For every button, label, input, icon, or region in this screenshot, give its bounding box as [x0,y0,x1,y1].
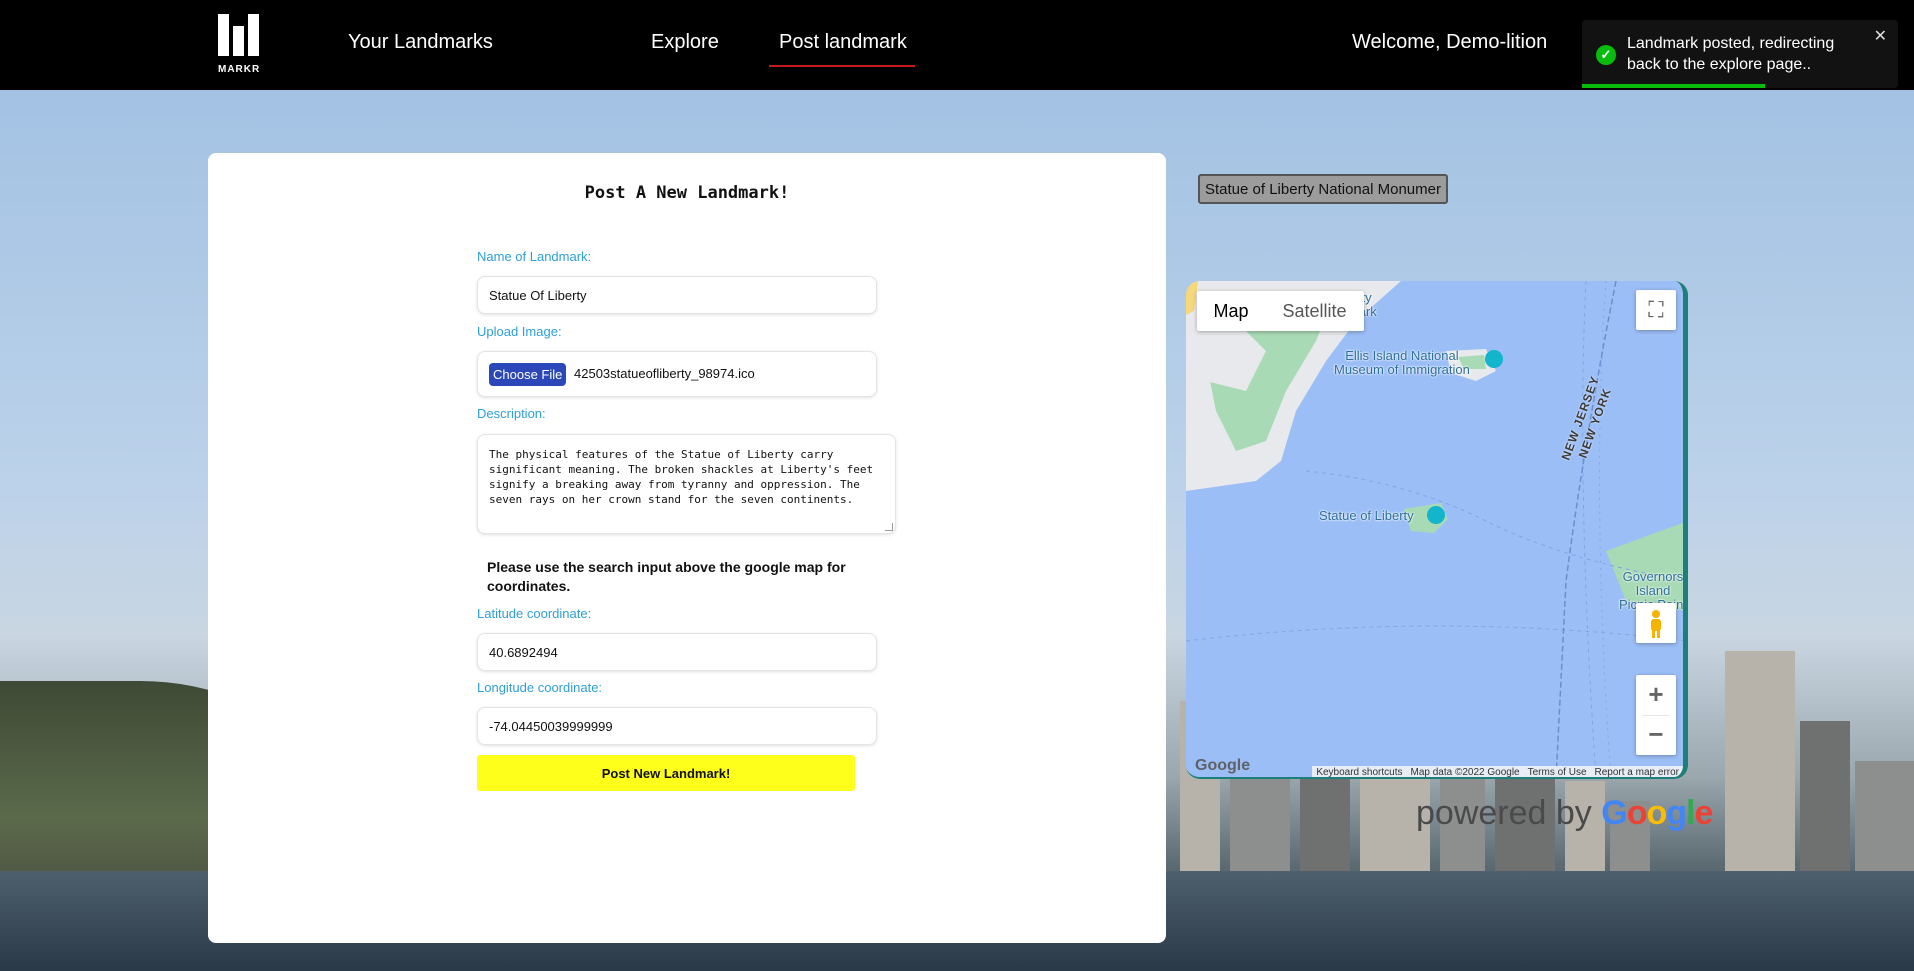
choose-file-button[interactable]: Choose File [489,363,567,386]
toast-message: Landmark posted, redirecting back to the… [1627,35,1835,73]
form-title: Post A New Landmark! [584,183,790,203]
image-label: Upload Image: [477,324,562,339]
nav-explore[interactable]: Explore [651,31,719,54]
description-textarea[interactable]: The physical features of the Statue of L… [477,434,896,534]
description-text: The physical features of the Statue of L… [489,448,874,506]
map-data-text: Map data ©2022 Google [1410,767,1520,778]
pegman-icon[interactable] [1636,603,1676,643]
map-attribution: Keyboard shortcuts Map data ©2022 Google… [1312,766,1683,778]
description-label: Description: [477,406,546,421]
powered-by-google: powered by Google [1416,794,1713,833]
file-name: 42503statueofliberty_98974.ico [574,366,755,381]
powered-by-brand: Google [1601,794,1713,832]
map-type-control: Map Satellite [1197,291,1364,331]
map-label-statue-of-liberty: Statue of Liberty [1319,508,1414,523]
keyboard-shortcuts-link[interactable]: Keyboard shortcuts [1316,767,1402,777]
logo-bars-icon [218,14,260,56]
longitude-label: Longitude coordinate: [477,680,603,695]
map-type-map-button[interactable]: Map [1197,291,1265,331]
minus-icon[interactable]: − [1636,715,1676,755]
latitude-label: Latitude coordinate: [477,606,592,621]
zoom-control: + − [1636,675,1676,755]
plus-icon[interactable]: + [1636,675,1676,715]
nav-post-landmark[interactable]: Post landmark [769,31,915,67]
powered-by-prefix: powered by [1416,794,1592,832]
report-error-link[interactable]: Report a map error [1595,767,1679,777]
post-landmark-form: Post A New Landmark! Name of Landmark: U… [208,153,1166,943]
map-type-satellite-button[interactable]: Satellite [1265,291,1364,331]
close-icon[interactable]: ✕ [1874,26,1887,46]
longitude-input[interactable] [477,707,877,745]
image-upload-field: Choose File 42503statueofliberty_98974.i… [477,351,877,397]
fullscreen-icon[interactable]: ⛶ [1636,290,1676,330]
resize-handle-icon[interactable] [885,523,893,531]
google-logo: Google [1195,757,1251,774]
logo-text: MARKR [218,64,261,75]
map-search-input[interactable] [1198,174,1448,204]
toast-progress-bar [1582,84,1766,88]
terms-link[interactable]: Terms of Use [1528,767,1587,777]
markr-logo[interactable]: MARKR [216,14,262,76]
google-map[interactable]: erty Park Ellis Island National Museum o… [1186,281,1688,779]
nav-your-landmarks[interactable]: Your Landmarks [348,31,493,54]
latitude-input[interactable] [477,633,877,671]
welcome-text: Welcome, Demo-lition [1352,31,1548,53]
success-toast[interactable]: ✓ Landmark posted, redirecting back to t… [1582,20,1898,88]
map-label-ellis-island: Ellis Island National Museum of Immigrat… [1334,348,1470,377]
post-landmark-button[interactable]: Post New Landmark! [477,755,855,791]
landmark-name-input[interactable] [477,276,877,314]
name-label: Name of Landmark: [477,249,592,264]
coordinates-note: Please use the search input above the go… [487,559,846,594]
check-circle-icon: ✓ [1596,45,1616,65]
